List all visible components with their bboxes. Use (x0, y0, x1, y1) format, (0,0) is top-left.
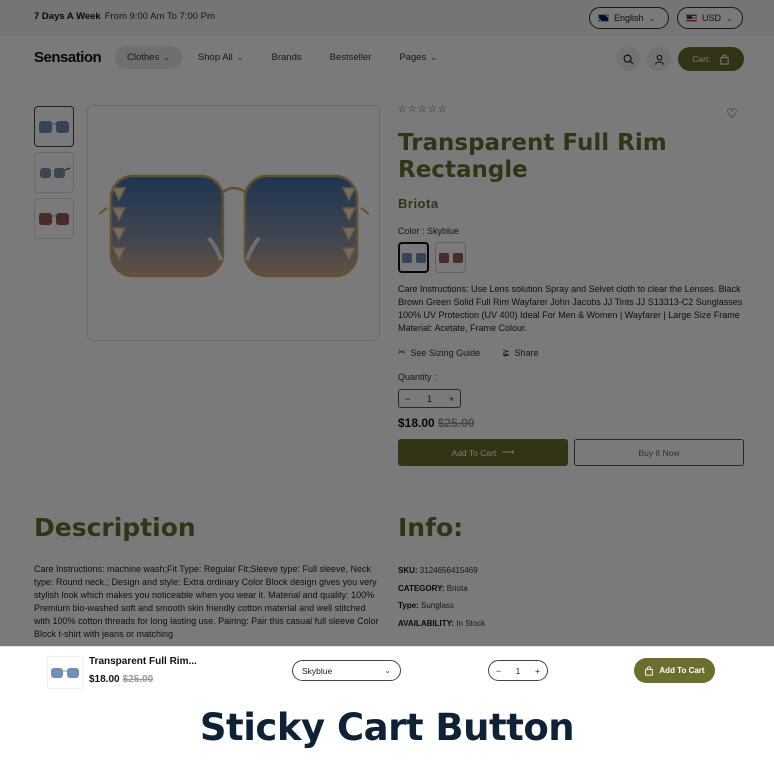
sunglasses-image (98, 174, 369, 278)
language-select[interactable]: English ⌄ (589, 7, 669, 29)
logo[interactable]: Sensation (34, 49, 102, 66)
swatch-skyblue[interactable] (398, 242, 429, 273)
chevron-down-icon: ⌄ (384, 666, 391, 675)
minus-icon[interactable]: − (496, 666, 501, 676)
plus-icon[interactable]: + (449, 394, 454, 404)
add-to-cart-button[interactable]: Add To Cart ⟶ (398, 439, 568, 466)
sticky-add-to-cart-button[interactable]: Add To Cart (634, 658, 715, 683)
nav-item-shop-all[interactable]: Shop All ⌄ (186, 46, 256, 69)
info-sku: SKU: 3124656415469 (398, 566, 478, 575)
sticky-variant-select[interactable]: Skyblue ⌄ (292, 660, 401, 681)
nav-item-brands[interactable]: Brands (260, 46, 314, 69)
chevron-down-icon: ⌄ (430, 53, 437, 62)
main-product-image[interactable] (87, 105, 380, 341)
star-rating: ☆☆☆☆☆ (398, 104, 448, 115)
sunglasses-image (40, 166, 71, 178)
feature-caption: Sticky Cart Button (199, 706, 575, 749)
chevron-down-icon: ⌄ (236, 53, 244, 62)
nav-item-pages[interactable]: Pages ⌄ (387, 46, 449, 69)
product-page: 7 Days A Week From 9:00 Am To 7:00 Pm Eng… (0, 0, 774, 646)
nav-item-bestseller[interactable]: Bestseller (318, 46, 384, 69)
scissors-icon: ✂ (398, 347, 406, 357)
product-actions: ✂ See Sizing Guide ⪶ Share (398, 347, 539, 358)
us-flag-icon (686, 14, 697, 22)
product-title: Transparent Full Rim Rectangle (398, 130, 667, 183)
info-type: Type: Sunglass (398, 601, 454, 610)
product-thumbnails (34, 106, 74, 239)
quantity-value: 1 (426, 393, 432, 404)
heart-icon[interactable]: ♡ (726, 106, 738, 122)
sizing-guide-link[interactable]: ✂ See Sizing Guide (398, 347, 480, 358)
thumbnail-side-view[interactable] (34, 152, 74, 193)
sunglasses-image (401, 252, 426, 263)
buy-now-button[interactable]: Buy It Now (574, 439, 744, 466)
share-icon: ⪶ (502, 347, 510, 357)
store-hours: 7 Days A Week From 9:00 Am To 7:00 Pm (34, 11, 215, 22)
thumbnail-skyblue[interactable] (34, 106, 74, 147)
product-price: $18.00 $25.00 (398, 416, 475, 430)
sticky-cart-bar: Transparent Full Rim... $18.00 $25.00 Sky… (0, 646, 774, 694)
chevron-down-icon: ⌄ (163, 53, 170, 62)
bag-icon (645, 665, 654, 676)
cart-button[interactable]: Cart: (678, 47, 744, 71)
sunglasses-image (438, 252, 463, 263)
info-availability: AVAILABILITY: In Stock (398, 618, 486, 628)
arrow-right-icon: ⟶ (502, 447, 515, 457)
info-heading: Info: (398, 513, 464, 542)
sunglasses-image (39, 212, 69, 225)
info-list: SKU: 3124656415469 CATEGORY: Briota Type… (398, 562, 485, 632)
sticky-product-name: Transparent Full Rim... (89, 656, 197, 667)
info-category: CATEGORY: Briota (398, 583, 468, 593)
color-label: Color : Skyblue (398, 226, 460, 236)
sticky-product-thumbnail (47, 656, 83, 689)
thumbnail-brown[interactable] (34, 198, 74, 239)
sunglasses-image (51, 667, 79, 678)
quantity-stepper[interactable]: − 1 + (398, 389, 461, 408)
quantity-label: Quantity : (398, 372, 437, 382)
compare-price: $25.00 (437, 416, 475, 430)
care-instructions: Care Instructions: Use Lens solution Spr… (398, 284, 743, 333)
search-icon[interactable] (616, 47, 640, 71)
description-heading: Description (34, 513, 196, 542)
currency-select[interactable]: USD ⌄ (677, 7, 743, 29)
chevron-down-icon: ⌄ (726, 13, 733, 23)
main-header: Sensation Clothes ⌄ Shop All ⌄ Brands Best… (0, 37, 774, 81)
uk-flag-icon (598, 14, 609, 22)
sunglasses-image (39, 120, 69, 133)
cart-bag-icon (720, 53, 729, 65)
plus-icon[interactable]: + (535, 666, 540, 676)
main-nav: Clothes ⌄ Shop All ⌄ Brands Bestseller Pag… (115, 46, 449, 69)
sticky-price: $18.00 $25.00 (89, 674, 154, 685)
minus-icon[interactable]: − (405, 394, 410, 404)
chevron-down-icon: ⌄ (648, 13, 656, 23)
product-brand[interactable]: Briota (398, 196, 439, 211)
swatch-brown[interactable] (435, 242, 466, 273)
color-swatches (398, 242, 466, 273)
top-bar: 7 Days A Week From 9:00 Am To 7:00 Pm Eng… (0, 0, 774, 36)
share-link[interactable]: ⪶ Share (502, 347, 539, 358)
account-icon[interactable] (647, 47, 671, 71)
sticky-quantity-stepper[interactable]: − 1 + (488, 660, 548, 681)
description-text: Care Instructions: machine wash;Fit Type… (34, 564, 379, 639)
nav-item-clothes[interactable]: Clothes ⌄ (115, 46, 182, 69)
sticky-compare-price: $25.00 (122, 674, 154, 685)
